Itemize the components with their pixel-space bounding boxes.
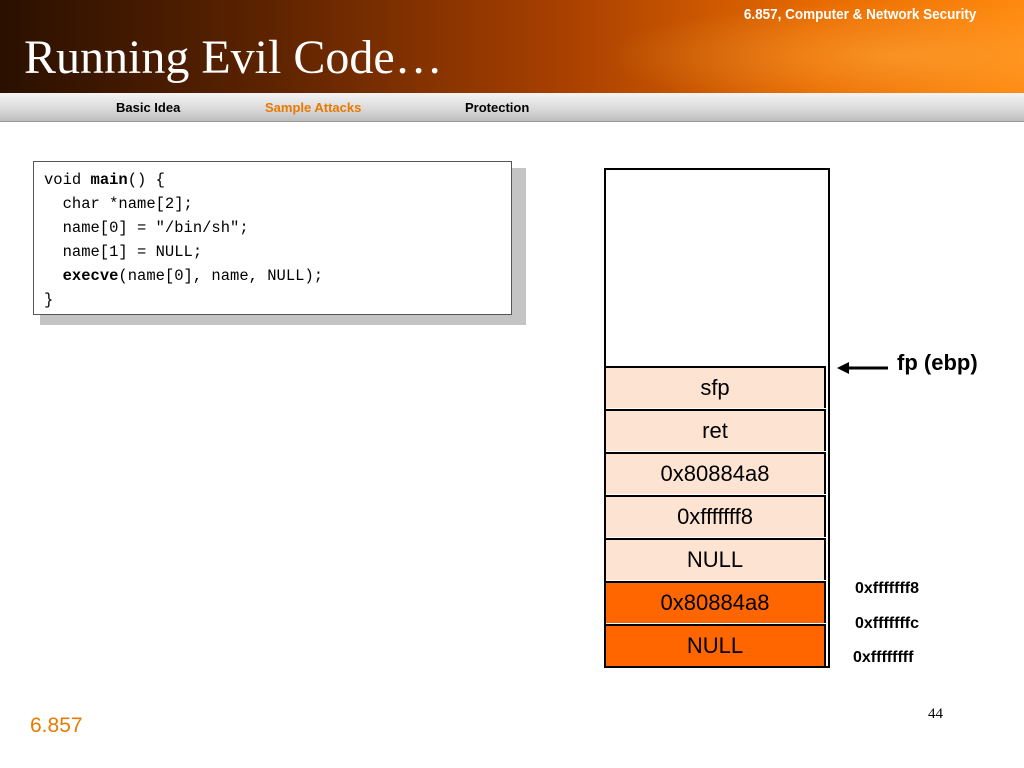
address-label-2: 0xfffffffc xyxy=(855,615,919,632)
stack-cell-sfp: sfp xyxy=(604,366,826,408)
course-title: 6.857, Computer & Network Security xyxy=(743,6,976,23)
code-line-5: execve(name[0], name, NULL); xyxy=(62,267,324,285)
page-number: 44 xyxy=(928,706,943,722)
nav-item-protection[interactable]: Protection xyxy=(465,100,529,115)
stack-cell-arg-2: 0xfffffff8 xyxy=(604,495,826,537)
code-line-6: } xyxy=(44,291,54,309)
stack-cell-arg-3: NULL xyxy=(604,538,826,580)
frame-pointer-label: fp (ebp) xyxy=(897,350,978,375)
address-label-1: 0xfffffff8 xyxy=(855,580,919,597)
code-line-2: char *name[2]; xyxy=(44,195,193,213)
nav-item-sample-attacks[interactable]: Sample Attacks xyxy=(265,100,361,115)
stack-cell-arg-1: 0x80884a8 xyxy=(604,452,826,494)
code-line-3: name[0] = "/bin/sh"; xyxy=(44,219,249,237)
slide-header: 6.857, Computer & Network Security Runni… xyxy=(0,0,1024,93)
nav-bar: Basic Idea Sample Attacks Protection xyxy=(0,93,1024,122)
code-box: void main() { char *name[2]; name[0] = "… xyxy=(33,161,512,315)
left-arrow-icon xyxy=(837,362,888,374)
nav-item-basic-idea[interactable]: Basic Idea xyxy=(116,100,180,115)
stack-cell-name-0: 0x80884a8 xyxy=(604,581,826,623)
address-label-3: 0xffffffff xyxy=(853,649,914,666)
stack-cell-ret: ret xyxy=(604,409,826,451)
footer-course-label: 6.857 xyxy=(30,714,83,737)
stack-cell-name-1: NULL xyxy=(604,624,826,666)
slide-title: Running Evil Code… xyxy=(24,31,443,84)
code-line-1: void main() { xyxy=(44,171,165,189)
code-line-4: name[1] = NULL; xyxy=(44,243,203,261)
